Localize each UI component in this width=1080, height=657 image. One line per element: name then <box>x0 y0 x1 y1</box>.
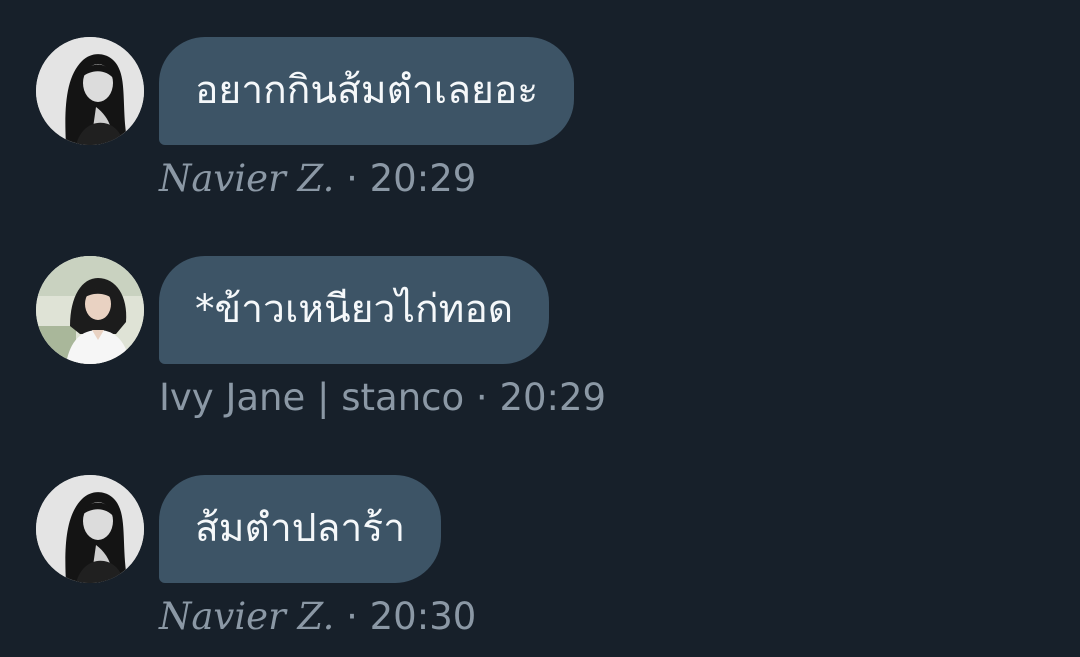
avatar-grayscale-woman-icon <box>36 475 144 583</box>
message-meta: Ivy Jane | stanco · 20:29 <box>159 374 606 422</box>
message-item: อยากกินส้มตำเลยอะ Navier Z. · 20:29 <box>36 37 1036 207</box>
avatar[interactable] <box>36 475 144 583</box>
message-item: *ข้าวเหนียวไก่ทอด Ivy Jane | stanco · 20… <box>36 256 1036 426</box>
message-meta: Navier Z. · 20:30 <box>159 593 476 641</box>
message-text: อยากกินส้มตำเลยอะ <box>195 68 539 113</box>
message-text: ส้มตำปลาร้า <box>195 506 406 551</box>
sender-name[interactable]: Navier Z. <box>159 157 334 200</box>
message-time: 20:30 <box>369 595 477 638</box>
message-text: *ข้าวเหนียวไก่ทอด <box>195 287 514 332</box>
dm-thread: อยากกินส้มตำเลยอะ Navier Z. · 20:29 *ข้า… <box>0 0 1080 657</box>
avatar[interactable] <box>36 256 144 364</box>
meta-separator: · <box>346 595 358 638</box>
message-time: 20:29 <box>499 376 607 419</box>
meta-separator: · <box>346 157 358 200</box>
avatar-color-woman-icon <box>36 256 144 364</box>
message-bubble[interactable]: *ข้าวเหนียวไก่ทอด <box>159 256 550 364</box>
message-meta: Navier Z. · 20:29 <box>159 155 476 203</box>
avatar-grayscale-woman-icon <box>36 37 144 145</box>
sender-name[interactable]: Navier Z. <box>159 595 334 638</box>
message-bubble[interactable]: ส้มตำปลาร้า <box>159 475 442 583</box>
meta-separator: · <box>475 376 488 419</box>
message-time: 20:29 <box>369 157 477 200</box>
message-bubble[interactable]: อยากกินส้มตำเลยอะ <box>159 37 575 145</box>
sender-name[interactable]: Ivy Jane | stanco <box>159 376 464 419</box>
message-item: ส้มตำปลาร้า Navier Z. · 20:30 <box>36 475 1036 645</box>
avatar[interactable] <box>36 37 144 145</box>
